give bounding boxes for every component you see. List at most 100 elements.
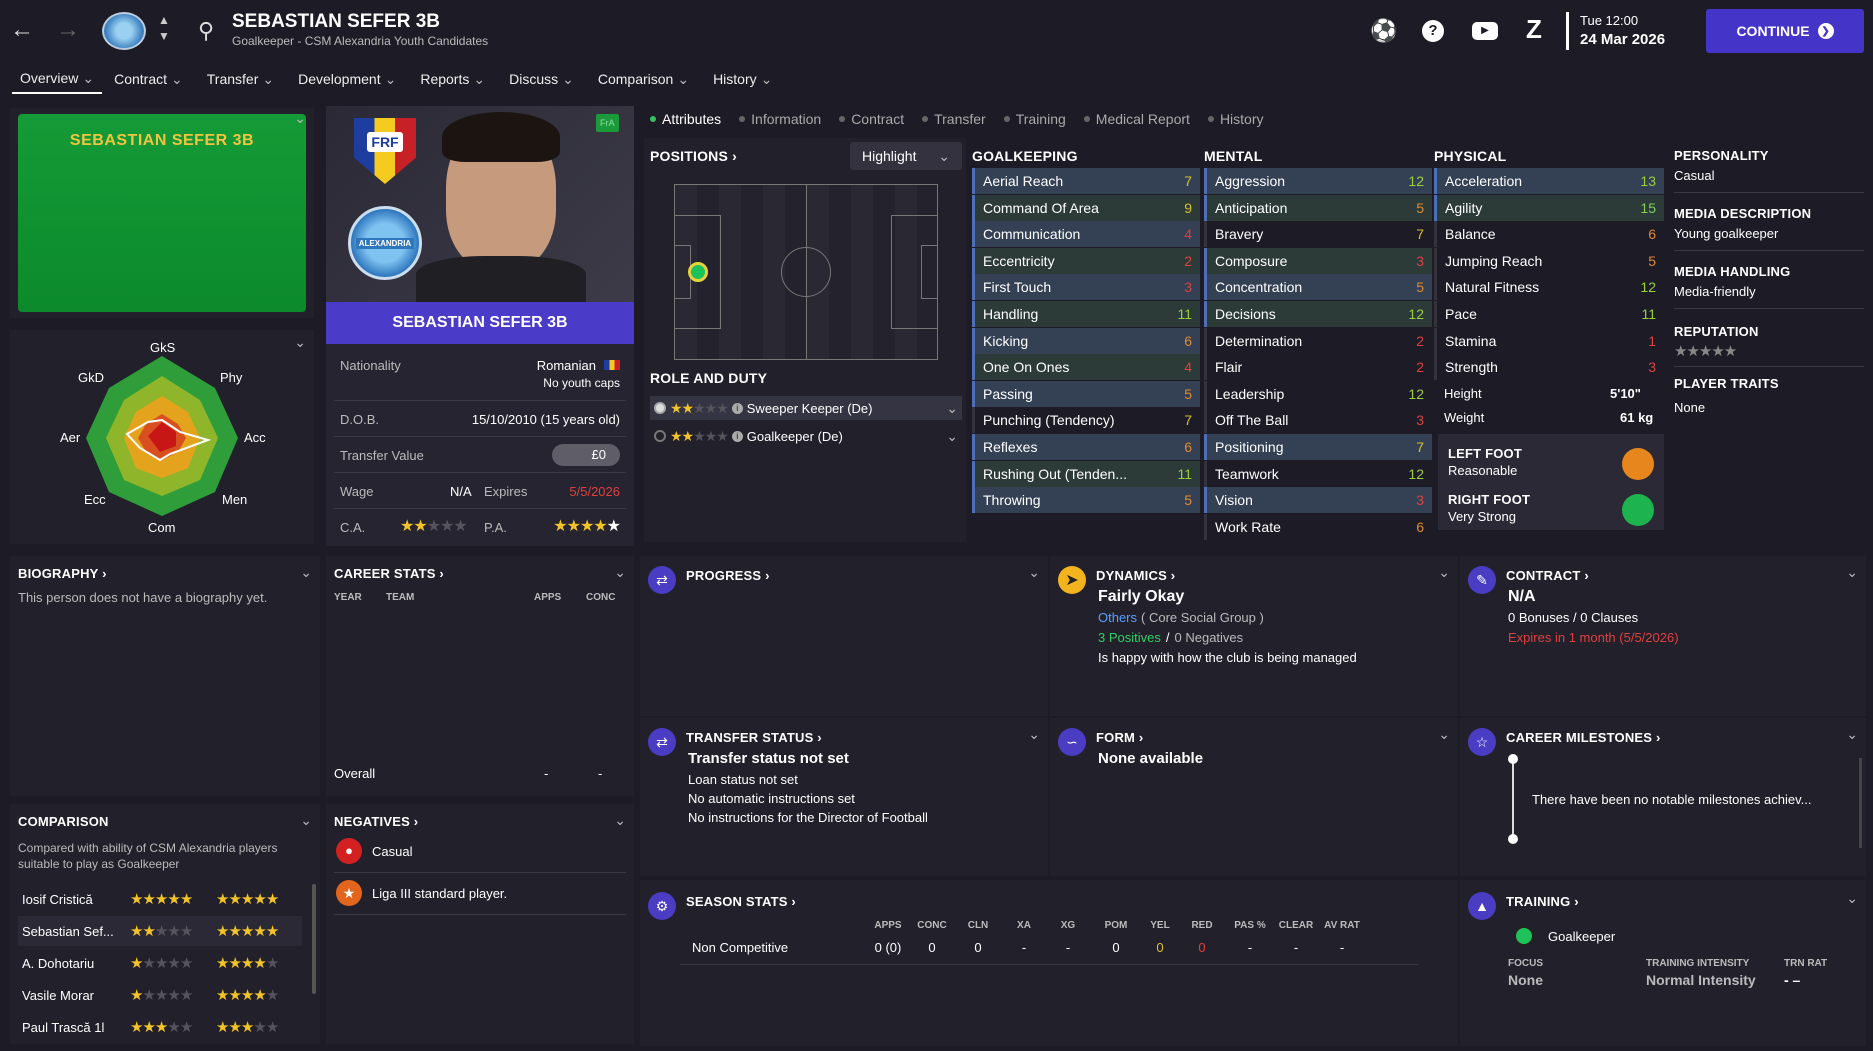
attribute-row[interactable]: Punching (Tendency) 7 (972, 407, 1200, 434)
role-dropdown-icon[interactable]: ⌄ (946, 428, 958, 445)
nav-overview[interactable]: Overview ⌄ (12, 64, 103, 94)
forward-icon[interactable]: → (56, 16, 80, 44)
continue-button[interactable]: CONTINUE ❯ (1706, 9, 1864, 53)
attribute-row[interactable]: Strength 3 (1434, 354, 1664, 381)
career-stats-title[interactable]: CAREER STATS › (334, 566, 444, 581)
attribute-row[interactable]: Agility 15 (1434, 194, 1664, 221)
transfer-dropdown-icon[interactable]: ⌄ (1028, 726, 1040, 743)
attribute-row[interactable]: Command Of Area 9 (972, 194, 1200, 221)
comparison-row[interactable]: Vasile Morar ★★★★★ ★★★★★ (18, 980, 302, 1010)
tab-medical-report[interactable]: Medical Report (1083, 108, 1190, 130)
attribute-row[interactable]: Passing 5 (972, 380, 1200, 407)
goalkeeper-position-marker[interactable] (688, 262, 708, 282)
attribute-row[interactable]: Off The Ball 3 (1204, 407, 1432, 434)
tab-information[interactable]: Information (739, 108, 821, 130)
attribute-row[interactable]: Aggression 12 (1204, 168, 1432, 194)
help-icon[interactable]: ? (1422, 20, 1444, 42)
attribute-row[interactable]: Stamina 1 (1434, 327, 1664, 354)
dynamics-title[interactable]: DYNAMICS › (1096, 568, 1175, 583)
kit-dropdown-icon[interactable]: ⌄ (294, 110, 306, 127)
attribute-row[interactable]: Jumping Reach 5 (1434, 247, 1664, 274)
progress-dropdown-icon[interactable]: ⌄ (1028, 564, 1040, 581)
attribute-row[interactable]: Throwing 5 (972, 487, 1200, 514)
player-subtitle[interactable]: Goalkeeper - CSM Alexandria Youth Candid… (232, 34, 488, 48)
career-dropdown-icon[interactable]: ⌄ (614, 564, 626, 581)
tab-attributes[interactable]: Attributes (650, 108, 721, 130)
comparison-row[interactable]: Paul Trască 1l ★★★★★ ★★★★★ (18, 1012, 302, 1042)
nav-development[interactable]: Development ⌄ (286, 64, 408, 94)
nav-discuss[interactable]: Discuss ⌄ (497, 64, 586, 94)
tab-contract[interactable]: Contract (839, 108, 904, 130)
nationality-value[interactable]: Romanian (537, 358, 596, 373)
attribute-row[interactable]: Leadership 12 (1204, 380, 1432, 407)
attribute-row[interactable]: Anticipation 5 (1204, 194, 1432, 221)
dynamics-group-link[interactable]: Others (1098, 610, 1137, 625)
attribute-row[interactable]: Acceleration 13 (1434, 168, 1664, 194)
attribute-row[interactable]: Kicking 6 (972, 327, 1200, 354)
comparison-row[interactable]: Sebastian Sef... ★★★★★ ★★★★★ (18, 916, 302, 946)
attribute-row[interactable]: Determination 2 (1204, 327, 1432, 354)
transfer-value[interactable]: £0 (552, 444, 620, 466)
progress-title[interactable]: PROGRESS › (686, 568, 770, 583)
comparison-row[interactable]: A. Dohotariu ★★★★★ ★★★★★ (18, 948, 302, 978)
attribute-row[interactable]: Flair 2 (1204, 354, 1432, 381)
radio-icon[interactable] (654, 430, 666, 442)
attribute-row[interactable]: Eccentricity 2 (972, 247, 1200, 274)
attribute-row[interactable]: Work Rate 6 (1204, 513, 1432, 540)
highlight-select[interactable]: Highlight ⌄ (850, 142, 962, 170)
club-switch-icon[interactable]: ▲ ▼ (158, 12, 170, 44)
attribute-row[interactable]: Balance 6 (1434, 221, 1664, 248)
comparison-row[interactable]: Iosif Cristică ★★★★★ ★★★★★ (18, 884, 302, 914)
tab-training[interactable]: Training (1003, 108, 1066, 130)
radio-icon[interactable] (654, 402, 666, 414)
nav-history[interactable]: History ⌄ (701, 64, 784, 94)
info-icon[interactable]: i (731, 430, 743, 442)
nav-comparison[interactable]: Comparison ⌄ (586, 64, 701, 94)
training-dropdown-icon[interactable]: ⌄ (1846, 890, 1858, 907)
attribute-row[interactable]: Rushing Out (Tenden... 11 (972, 460, 1200, 487)
negatives-dropdown-icon[interactable]: ⌄ (614, 812, 626, 829)
dynamics-negatives[interactable]: 0 Negatives (1175, 630, 1244, 645)
nav-contract[interactable]: Contract ⌄ (102, 64, 195, 94)
nationality-badge[interactable]: FrA (596, 114, 619, 132)
biography-title[interactable]: BIOGRAPHY › (18, 566, 107, 581)
contract-dropdown-icon[interactable]: ⌄ (1846, 564, 1858, 581)
comparison-scrollbar[interactable] (312, 884, 316, 994)
info-icon[interactable]: i (731, 402, 743, 414)
back-icon[interactable]: ← (10, 16, 34, 44)
role-row-sweeper-keeper[interactable]: ★★★★★ i Sweeper Keeper (De) ⌄ (650, 396, 962, 420)
form-dropdown-icon[interactable]: ⌄ (1438, 726, 1450, 743)
dynamics-dropdown-icon[interactable]: ⌄ (1438, 564, 1450, 581)
attribute-row[interactable]: Vision 3 (1204, 487, 1432, 514)
attribute-row[interactable]: Pace 11 (1434, 301, 1664, 327)
attribute-row[interactable]: Concentration 5 (1204, 274, 1432, 301)
biography-dropdown-icon[interactable]: ⌄ (300, 564, 312, 581)
contract-title[interactable]: CONTRACT › (1506, 568, 1589, 583)
attribute-row[interactable]: Composure 3 (1204, 247, 1432, 274)
comparison-dropdown-icon[interactable]: ⌄ (300, 812, 312, 829)
search-icon[interactable]: ⚲ (198, 18, 214, 44)
tab-transfer[interactable]: Transfer (922, 108, 986, 130)
tab-history[interactable]: History (1207, 108, 1264, 130)
dynamics-positives[interactable]: 3 Positives (1098, 630, 1161, 645)
social-icon[interactable]: ⚽ (1370, 18, 1397, 44)
attribute-row[interactable]: Teamwork 12 (1204, 460, 1432, 487)
nav-transfer[interactable]: Transfer ⌄ (195, 64, 286, 94)
attribute-row[interactable]: Reflexes 6 (972, 434, 1200, 460)
club-logo[interactable] (102, 12, 146, 50)
milestones-scrollbar[interactable] (1859, 758, 1862, 848)
attribute-row[interactable]: First Touch 3 (972, 274, 1200, 301)
training-title[interactable]: TRAINING › (1506, 894, 1579, 909)
attribute-row[interactable]: Decisions 12 (1204, 301, 1432, 327)
nav-reports[interactable]: Reports ⌄ (408, 64, 497, 94)
attribute-row[interactable]: One On Ones 4 (972, 354, 1200, 381)
attribute-row[interactable]: Handling 11 (972, 301, 1200, 327)
attribute-row[interactable]: Communication 4 (972, 221, 1200, 248)
fm-z-icon[interactable]: Z (1526, 14, 1542, 45)
milestones-title[interactable]: CAREER MILESTONES › (1506, 730, 1661, 745)
milestones-dropdown-icon[interactable]: ⌄ (1846, 726, 1858, 743)
attribute-row[interactable]: Bravery 7 (1204, 221, 1432, 248)
negatives-title[interactable]: NEGATIVES › (334, 814, 418, 829)
positions-title[interactable]: POSITIONS › (650, 148, 737, 164)
attribute-row[interactable]: Aerial Reach 7 (972, 168, 1200, 194)
